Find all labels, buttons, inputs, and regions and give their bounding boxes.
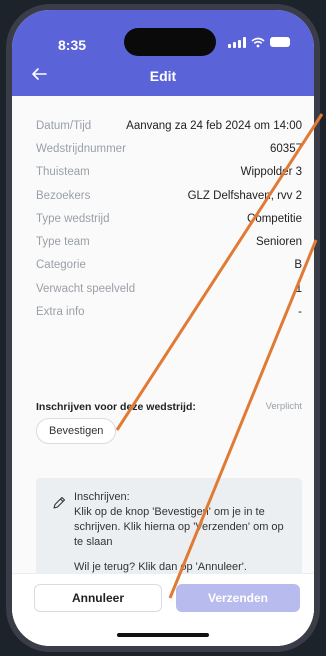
detail-row-wedstrijdnummer: Wedstrijdnummer 60357 [36,137,302,160]
detail-label: Categorie [36,259,86,272]
required-label: Verplicht [265,401,302,412]
detail-label: Thuisteam [36,166,90,179]
phone-frame: 8:35 Edit Datum/Tijd Aanvang za 24 feb 2… [6,4,320,652]
detail-label: Wedstrijdnummer [36,142,126,155]
detail-value: Wippolder 3 [240,166,302,179]
pencil-icon [53,496,66,509]
status-time: 8:35 [58,37,87,53]
info-instructions: Klik op de knop 'Bevestigen' om je in te… [74,506,284,548]
detail-label: Type wedstrijd [36,212,110,225]
detail-label: Verwacht speelveld [36,282,136,295]
detail-row-categorie: Categorie B [36,254,302,277]
footer-bar: Annuleer Verzenden [12,573,314,646]
detail-value: Aanvang za 24 feb 2024 om 14:00 [126,119,302,132]
confirm-button[interactable]: Bevestigen [36,418,117,444]
info-title: Inschrijven: [74,491,130,503]
page-title: Edit [149,68,177,84]
signal-icon [228,36,246,48]
detail-label: Datum/Tijd [36,119,92,132]
phone-screen: 8:35 Edit Datum/Tijd Aanvang za 24 feb 2… [12,10,314,646]
info-box: Inschrijven: Klik op de knop 'Bevestigen… [36,478,302,586]
detail-value: B [294,259,302,272]
detail-value: - [298,306,302,319]
details-list: Datum/Tijd Aanvang za 24 feb 2024 om 14:… [36,114,302,324]
wifi-icon [251,37,265,47]
detail-value: Senioren [255,236,302,249]
detail-value: 1 [295,282,302,295]
detail-label: Type team [36,236,90,249]
content-area: Datum/Tijd Aanvang za 24 feb 2024 om 14:… [12,96,314,646]
detail-row-thuisteam: Thuisteam Wippolder 3 [36,161,302,184]
detail-label: Bezoekers [36,189,91,202]
dynamic-island [124,28,216,56]
detail-row-extra-info: Extra info - [36,300,302,323]
info-text: Inschrijven: Klik op de knop 'Bevestigen… [74,490,294,575]
detail-row-type-wedstrijd: Type wedstrijd Competitie [36,207,302,230]
signup-label: Inschrijven voor deze wedstrijd: [36,401,196,413]
detail-value: Competitie [247,212,302,225]
detail-value: 60357 [270,142,302,155]
detail-row-speelveld: Verwacht speelveld 1 [36,277,302,300]
app-header: 8:35 Edit [12,10,314,96]
detail-row-datum: Datum/Tijd Aanvang za 24 feb 2024 om 14:… [36,114,302,137]
detail-row-bezoekers: Bezoekers GLZ Delfshaven, rvv 2 [36,184,302,207]
detail-value: GLZ Delfshaven, rvv 2 [187,189,302,202]
status-icons [228,36,290,48]
detail-row-type-team: Type team Senioren [36,230,302,253]
cancel-button[interactable]: Annuleer [34,584,162,612]
battery-icon [270,37,290,47]
detail-label: Extra info [36,306,85,319]
home-indicator [117,633,209,637]
send-button[interactable]: Verzenden [176,584,300,612]
